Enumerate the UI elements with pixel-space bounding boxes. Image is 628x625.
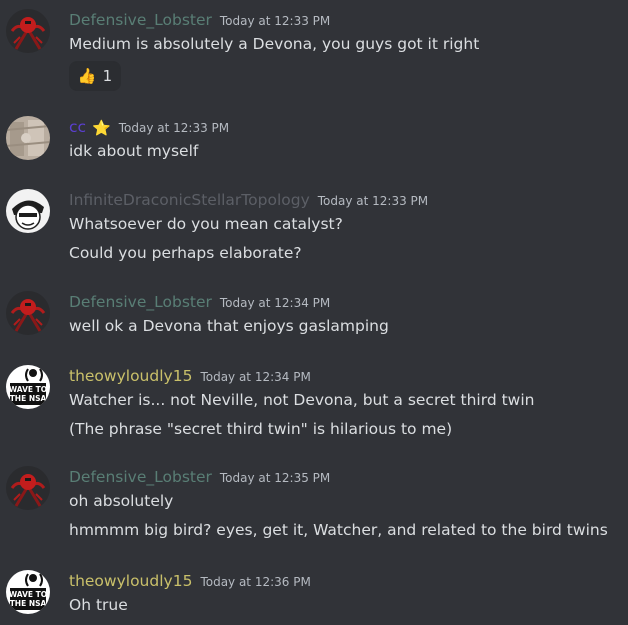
username[interactable]: Defensive_Lobster xyxy=(69,11,212,29)
sketch-face-avatar[interactable] xyxy=(6,189,50,233)
timestamp: Today at 12:34 PM xyxy=(219,296,331,310)
wave-to-the-nsa-avatar[interactable]: WAVE TO THE NSA xyxy=(6,570,50,614)
message-text: well ok a Devona that enjoys gaslamping xyxy=(69,317,389,335)
reaction-count: 1 xyxy=(102,67,113,85)
message-text: Medium is absolutely a Devona, you guys … xyxy=(69,35,480,53)
message-text: hmmmm big bird? eyes, get it, Watcher, a… xyxy=(69,521,608,539)
timestamp: Today at 12:36 PM xyxy=(200,575,311,589)
timestamp: Today at 12:33 PM xyxy=(219,14,331,28)
username[interactable]: theowyloudly15 xyxy=(69,572,192,590)
username[interactable]: cc xyxy=(69,118,86,136)
star-icon: ⭐ xyxy=(92,118,111,137)
message-text: Oh true xyxy=(69,596,128,614)
avatar-text: THE NSA xyxy=(10,394,47,403)
red-lobster-avatar[interactable] xyxy=(6,9,50,53)
wave-to-the-nsa-avatar[interactable]: WAVE TO THE NSA xyxy=(6,365,50,409)
timestamp: Today at 12:35 PM xyxy=(219,471,331,485)
username[interactable]: theowyloudly15 xyxy=(69,367,192,385)
message-text: Could you perhaps elaborate? xyxy=(69,244,302,262)
avatar-text: WAVE TO xyxy=(9,385,47,394)
reaction-button[interactable]: 👍 1 xyxy=(69,61,121,91)
thumbs-up-icon: 👍 xyxy=(77,67,97,85)
red-lobster-avatar[interactable] xyxy=(6,291,50,335)
message-text: idk about myself xyxy=(69,142,199,160)
timestamp: Today at 12:33 PM xyxy=(317,194,429,208)
message-text: oh absolutely xyxy=(69,492,174,510)
red-lobster-avatar[interactable] xyxy=(6,466,50,510)
timestamp: Today at 12:34 PM xyxy=(200,370,311,384)
message-text: (The phrase "secret third twin" is hilar… xyxy=(69,420,453,438)
timestamp: Today at 12:33 PM xyxy=(118,121,230,135)
message-text: Watcher is... not Neville, not Devona, b… xyxy=(69,391,535,409)
username[interactable]: Defensive_Lobster xyxy=(69,293,212,311)
message-text: Whatsoever do you mean catalyst? xyxy=(69,215,343,233)
avatar-text: THE NSA xyxy=(10,599,47,608)
avatar-text: WAVE TO xyxy=(9,590,47,599)
username[interactable]: InfiniteDraconicStellarTopology xyxy=(69,191,310,209)
fabric-avatar[interactable] xyxy=(6,116,50,160)
username[interactable]: Defensive_Lobster xyxy=(69,468,212,486)
